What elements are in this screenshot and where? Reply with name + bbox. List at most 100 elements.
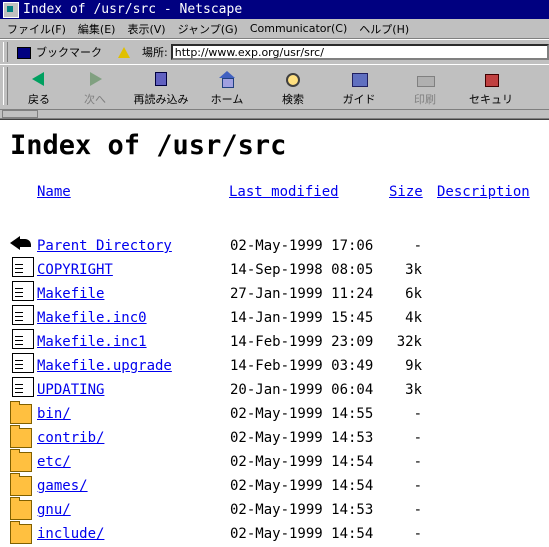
entry-name-link[interactable]: Makefile.upgrade xyxy=(37,358,172,374)
entry-name-link[interactable]: include/ xyxy=(37,526,104,542)
location-toolbar: ブックマーク 場所: xyxy=(0,39,549,65)
bookmarks-button[interactable]: ブックマーク xyxy=(11,44,106,60)
bookmarks-label: ブックマーク xyxy=(36,46,102,59)
list-item: etc/02-May-1999 14:54 - xyxy=(0,448,549,472)
search-button[interactable]: 検索 xyxy=(255,65,331,107)
folder-icon[interactable] xyxy=(10,449,32,472)
sort-by-name-link[interactable]: Name xyxy=(37,184,71,200)
folder-icon[interactable] xyxy=(10,425,32,448)
entry-size: - xyxy=(413,238,422,254)
print-button[interactable]: 印刷 xyxy=(387,65,463,107)
list-item: games/02-May-1999 14:54 - xyxy=(0,472,549,496)
toolbar-grip[interactable] xyxy=(3,67,8,105)
menu-edit[interactable]: 編集(E) xyxy=(72,21,122,37)
menu-go[interactable]: ジャンプ(G) xyxy=(172,21,244,37)
menu-view[interactable]: 表示(V) xyxy=(121,21,171,37)
menu-communicator[interactable]: Communicator(C) xyxy=(244,22,353,35)
collapsed-toolbar-tabs xyxy=(0,109,549,119)
list-item: Makefile.inc1 14-Feb-1999 23:09 32k xyxy=(0,328,549,352)
text-file-icon[interactable] xyxy=(12,353,34,373)
sort-by-description-link[interactable]: Description xyxy=(437,184,530,200)
text-file-icon[interactable] xyxy=(12,305,34,325)
search-icon xyxy=(282,69,304,89)
folder-icon[interactable] xyxy=(10,497,32,520)
netscape-app-icon[interactable] xyxy=(3,1,19,18)
list-item: contrib/02-May-1999 14:53 - xyxy=(0,424,549,448)
entry-name-link[interactable]: UPDATING xyxy=(37,382,104,398)
menu-help[interactable]: ヘルプ(H) xyxy=(353,21,415,37)
entry-name-link[interactable]: Makefile.inc0 xyxy=(37,310,147,326)
folder-icon[interactable] xyxy=(10,473,32,496)
lock-icon xyxy=(480,69,502,89)
text-file-icon[interactable] xyxy=(12,257,34,277)
entry-name-link[interactable]: etc/ xyxy=(37,454,71,470)
list-item: Parent Directory 02-May-1999 17:06 - xyxy=(0,232,549,256)
entry-name-link[interactable]: Parent Directory xyxy=(37,238,172,254)
entry-name-link[interactable]: contrib/ xyxy=(37,430,104,446)
sort-by-size-link[interactable]: Size xyxy=(389,184,423,200)
entry-modified: 27-Jan-1999 11:24 xyxy=(230,286,374,302)
entry-modified: 02-May-1999 17:06 xyxy=(230,238,374,254)
toolbar-grip[interactable] xyxy=(3,42,8,62)
entry-size: 32k xyxy=(396,334,422,350)
entry-size: 4k xyxy=(405,310,422,326)
list-item: Makefile 27-Jan-1999 11:24 6k xyxy=(0,280,549,304)
toolbar-tab[interactable] xyxy=(2,110,38,118)
security-button[interactable]: セキュリ xyxy=(463,65,519,107)
back-button[interactable]: 戻る xyxy=(11,65,67,107)
menu-bar: ファイル(F) 編集(E) 表示(V) ジャンプ(G) Communicator… xyxy=(0,19,549,39)
entry-size: - xyxy=(413,406,422,422)
text-file-icon[interactable] xyxy=(12,377,34,397)
entry-size: - xyxy=(413,502,422,518)
list-item: gnu/02-May-1999 14:53 - xyxy=(0,496,549,520)
entry-size: - xyxy=(413,430,422,446)
entry-name-link[interactable]: Makefile.inc1 xyxy=(37,334,147,350)
entry-modified: 14-Sep-1998 08:05 xyxy=(230,262,374,278)
guide-button[interactable]: ガイド xyxy=(331,65,387,107)
url-input[interactable] xyxy=(170,44,549,60)
entry-size: 9k xyxy=(405,358,422,374)
entry-modified: 20-Jan-1999 06:04 xyxy=(230,382,374,398)
home-label: ホーム xyxy=(210,93,244,106)
entry-size: 3k xyxy=(405,382,422,398)
entry-size: - xyxy=(413,478,422,494)
entry-name-link[interactable]: COPYRIGHT xyxy=(37,262,113,278)
search-label: 検索 xyxy=(282,93,304,106)
text-file-icon[interactable] xyxy=(12,329,34,349)
entry-modified: 02-May-1999 14:53 xyxy=(230,502,374,518)
list-item: Makefile.upgrade 14-Feb-1999 03:49 9k xyxy=(0,352,549,376)
directory-listing: Parent Directory 02-May-1999 17:06 - COPYRI… xyxy=(0,232,549,544)
listing-header: Name Last modified Size Description xyxy=(0,184,549,202)
entry-modified: 02-May-1999 14:54 xyxy=(230,478,374,494)
page-content: Index of /usr/src Name Last modified Siz… xyxy=(0,119,549,547)
home-button[interactable]: ホーム xyxy=(199,65,255,107)
title-bar: Index of /usr/src - Netscape xyxy=(0,0,549,19)
window-title: Index of /usr/src - Netscape xyxy=(23,2,243,17)
reload-button[interactable]: 再読み込み xyxy=(123,65,199,107)
entry-name-link[interactable]: games/ xyxy=(37,478,88,494)
entry-name-link[interactable]: bin/ xyxy=(37,406,71,422)
list-item: UPDATING 20-Jan-1999 06:04 3k xyxy=(0,376,549,400)
entry-size: 3k xyxy=(405,262,422,278)
entry-modified: 02-May-1999 14:53 xyxy=(230,430,374,446)
list-item: COPYRIGHT 14-Sep-1998 08:05 3k xyxy=(0,256,549,280)
page-proxy-icon[interactable] xyxy=(116,44,132,60)
folder-icon[interactable] xyxy=(10,521,32,544)
parent-dir-icon[interactable] xyxy=(10,233,32,253)
entry-name-link[interactable]: gnu/ xyxy=(37,502,71,518)
printer-icon xyxy=(414,69,436,89)
forward-arrow-icon xyxy=(84,69,106,89)
print-label: 印刷 xyxy=(414,93,436,106)
entry-modified: 14-Feb-1999 03:49 xyxy=(230,358,374,374)
entry-size: 6k xyxy=(405,286,422,302)
entry-name-link[interactable]: Makefile xyxy=(37,286,104,302)
sort-by-modified-link[interactable]: Last modified xyxy=(229,184,339,200)
forward-label: 次へ xyxy=(84,93,106,106)
forward-button[interactable]: 次へ xyxy=(67,65,123,107)
menu-file[interactable]: ファイル(F) xyxy=(0,21,72,37)
list-item: bin/02-May-1999 14:55 - xyxy=(0,400,549,424)
folder-icon[interactable] xyxy=(10,401,32,424)
text-file-icon[interactable] xyxy=(12,281,34,301)
entry-modified: 14-Jan-1999 15:45 xyxy=(230,310,374,326)
list-item: Makefile.inc0 14-Jan-1999 15:45 4k xyxy=(0,304,549,328)
